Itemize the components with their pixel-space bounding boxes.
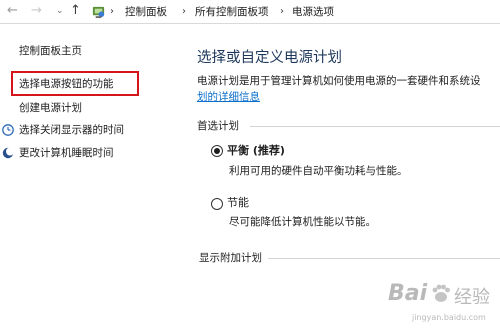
breadcrumb-separator: › [110, 6, 114, 17]
arrow-right-icon[interactable]: → [31, 3, 42, 19]
watermark-text: Bai [388, 281, 428, 306]
plan-balanced-description: 利用可用的硬件自动平衡功耗与性能。 [229, 165, 408, 177]
baidu-jingyan-watermark: Bai 经验 jingyan.baidu.com [388, 281, 498, 329]
plan-balanced-label[interactable]: 平衡 (推荐) [227, 144, 285, 158]
chevron-down-icon[interactable]: ⌄ [56, 3, 64, 19]
clock-icon [2, 124, 14, 136]
plan-power-saver-description: 尽可能降低计算机性能以节能。 [229, 216, 376, 228]
breadcrumb-separator: › [280, 6, 284, 17]
section-divider [250, 126, 500, 127]
watermark-url: jingyan.baidu.com [412, 313, 486, 322]
sidebar-item-display-off-time[interactable]: 选择关闭显示器的时间 [19, 123, 124, 137]
sidebar-item-create-plan[interactable]: 创建电源计划 [19, 101, 82, 115]
page-title: 选择或自定义电源计划 [197, 50, 342, 66]
plan-power-saver-label[interactable]: 节能 [227, 196, 249, 210]
sidebar-item-sleep-time[interactable]: 更改计算机睡眠时间 [19, 146, 114, 160]
page-description: 电源计划是用于管理计算机如何使用电源的一套硬件和系统设 [197, 75, 481, 87]
section-divider [268, 258, 500, 259]
breadcrumb-separator: › [182, 6, 186, 17]
plan-power-saver-radio[interactable] [211, 198, 223, 210]
breadcrumb-power-options[interactable]: 电源选项 [292, 5, 334, 19]
breadcrumb-all-items[interactable]: 所有控制面板项 [195, 5, 269, 19]
plan-balanced-radio[interactable] [211, 145, 223, 157]
address-bar: ← → ⌄ ↑ › 控制面板 › 所有控制面板项 › 电源选项 [0, 0, 500, 24]
arrow-left-icon[interactable]: ← [7, 3, 18, 19]
control-panel-icon [92, 6, 105, 19]
sidebar-item-control-panel-home[interactable]: 控制面板主页 [19, 44, 82, 58]
additional-plans-toggle[interactable]: 显示附加计划 [199, 251, 262, 265]
details-link[interactable]: 划的详细信息 [197, 90, 260, 104]
preferred-plans-heading: 首选计划 [197, 120, 239, 132]
sidebar-item-power-buttons[interactable]: 选择电源按钮的功能 [19, 77, 114, 91]
moon-icon [2, 147, 14, 159]
breadcrumb-control-panel[interactable]: 控制面板 [125, 5, 167, 19]
watermark-jingyan: 经验 [454, 287, 490, 308]
paw-icon [432, 284, 450, 302]
arrow-up-icon[interactable]: ↑ [70, 3, 81, 19]
